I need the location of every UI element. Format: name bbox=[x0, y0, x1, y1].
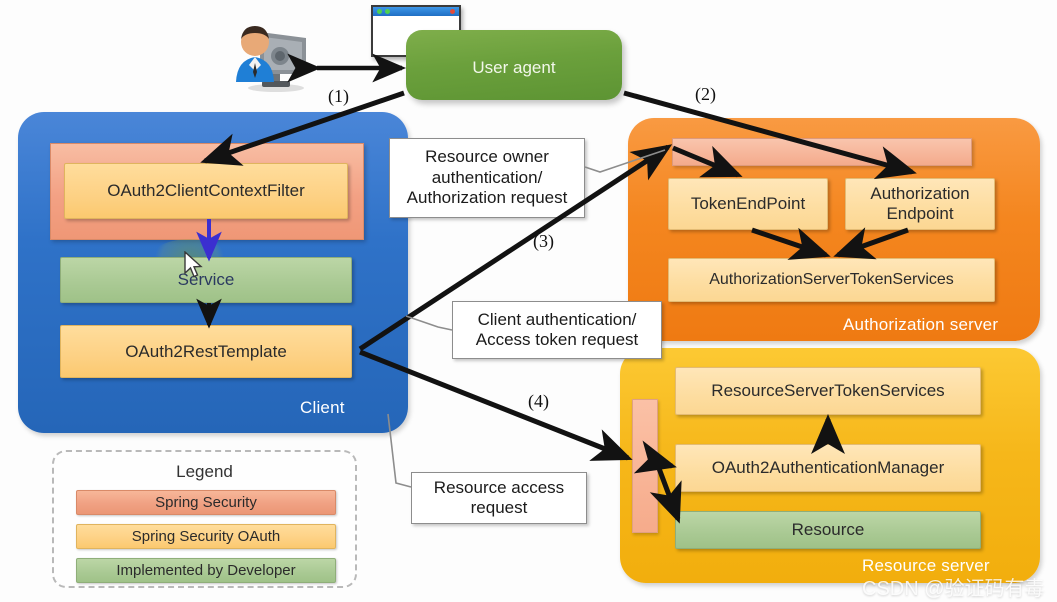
legend-box: Legend Spring Security Spring Security O… bbox=[52, 450, 357, 588]
callout-resource-access: Resource access request bbox=[411, 472, 587, 524]
callout-line-3: Authorization request bbox=[406, 188, 568, 208]
callout-line-2: request bbox=[470, 498, 528, 517]
component-label: ResourceServerTokenServices bbox=[711, 381, 945, 401]
user-agent-label: User agent bbox=[472, 58, 556, 77]
component-tokenendpoint[interactable]: TokenEndPoint bbox=[668, 178, 828, 230]
client-label: Client bbox=[300, 398, 345, 417]
callout-line-2: authentication/ bbox=[431, 167, 543, 187]
step-number-2: (2) bbox=[695, 84, 716, 104]
callout-client-auth: Client authentication/ Access token requ… bbox=[452, 301, 662, 359]
legend-item-label: Implemented by Developer bbox=[116, 562, 296, 579]
diagram-canvas: User agent OAuth2ClientContextFilter Ser… bbox=[0, 0, 1057, 602]
step-number-1: (1) bbox=[328, 86, 349, 106]
component-label: OAuth2AuthenticationManager bbox=[711, 458, 945, 478]
step-number-3: (3) bbox=[533, 231, 554, 251]
watermark: CSDN @验证码有毒 bbox=[862, 578, 1045, 600]
component-authorization-endpoint[interactable]: Authorization Endpoint bbox=[845, 178, 995, 230]
browser-dot-close bbox=[450, 9, 455, 14]
component-oauth2resttemplate[interactable]: OAuth2RestTemplate bbox=[60, 325, 352, 378]
component-authorizationservertokenservices[interactable]: AuthorizationServerTokenServices bbox=[668, 258, 995, 302]
component-label: Authorization Endpoint bbox=[870, 184, 970, 223]
callout-line-1: Resource access bbox=[433, 477, 565, 497]
legend-item-spring-security: Spring Security bbox=[76, 490, 336, 515]
auth-server-spring-security-band bbox=[672, 138, 972, 166]
component-label: TokenEndPoint bbox=[690, 194, 806, 214]
leader-line-client-auth bbox=[405, 315, 453, 331]
user-at-computer-icon bbox=[228, 20, 314, 92]
legend-item-label: Spring Security OAuth bbox=[131, 528, 281, 545]
component-oauth2authenticationmanager[interactable]: OAuth2AuthenticationManager bbox=[675, 444, 981, 492]
callout-line-1: Resource owner bbox=[425, 147, 549, 167]
legend-item-implemented-by-developer: Implemented by Developer bbox=[76, 558, 336, 583]
component-resource[interactable]: Resource bbox=[675, 511, 981, 549]
legend-item-spring-security-oauth: Spring Security OAuth bbox=[76, 524, 336, 549]
callout-line-2: Access token request bbox=[475, 330, 639, 349]
step-number-4: (4) bbox=[528, 391, 549, 411]
browser-dot-green-2 bbox=[385, 9, 390, 14]
component-label: AuthorizationServerTokenServices bbox=[709, 270, 954, 288]
component-oauth2clientcontextfilter[interactable]: OAuth2ClientContextFilter bbox=[64, 163, 348, 219]
browser-dot-green-1 bbox=[377, 9, 382, 14]
resource-server-spring-security-bar bbox=[632, 399, 658, 533]
authorization-server-label: Authorization server bbox=[843, 315, 999, 334]
component-label: OAuth2ClientContextFilter bbox=[107, 181, 305, 201]
component-label: OAuth2RestTemplate bbox=[125, 341, 287, 361]
component-resourceservertokenservices[interactable]: ResourceServerTokenServices bbox=[675, 367, 981, 415]
callout-line-1: Client authentication/ bbox=[477, 309, 637, 329]
mouse-cursor-icon bbox=[184, 251, 203, 278]
component-label: Resource bbox=[791, 520, 865, 540]
callout-resource-owner-auth: Resource owner authentication/ Authoriza… bbox=[389, 138, 585, 218]
component-service[interactable]: Service bbox=[60, 257, 352, 303]
legend-title: Legend bbox=[176, 462, 233, 481]
legend-item-label: Spring Security bbox=[155, 494, 257, 511]
